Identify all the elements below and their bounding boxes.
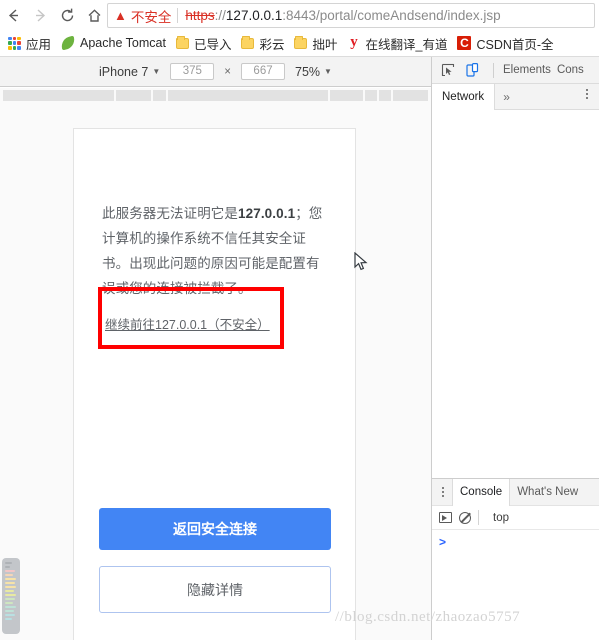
bookmark-folder-zhuoye[interactable]: 拙叶 (292, 32, 343, 54)
url-path: :8443/portal/comeAndsend/index.jsp (282, 8, 501, 23)
youdao-y-icon: y (350, 34, 358, 50)
url-separator: :// (214, 8, 226, 23)
forward-button[interactable] (27, 0, 54, 30)
folder-icon (175, 35, 189, 49)
ssl-text-host: 127.0.0.1 (238, 206, 296, 221)
drawer-tabbar: Console What's New (432, 478, 599, 506)
arrow-left-icon (5, 7, 22, 24)
url-host: 127.0.0.1 (225, 8, 283, 23)
watermark-text: //blog.csdn.net/zhaozao5757 (335, 609, 521, 625)
inspect-cursor-icon[interactable] (438, 60, 458, 80)
ssl-text-prefix: 此服务器无法证明它是 (102, 206, 238, 221)
console-prompt[interactable]: > (432, 530, 599, 549)
screenshot-root: ▲ 不安全 https://127.0.0.1:8443/portal/come… (0, 0, 599, 640)
bookmark-label: 在线翻译_有道 (365, 37, 448, 52)
devtools-topbar: Elements Cons (432, 57, 599, 84)
viewport-height-input[interactable]: 667 (241, 63, 286, 80)
bookmark-apache-tomcat[interactable]: Apache Tomcat (59, 32, 172, 54)
more-options-icon[interactable] (582, 89, 592, 101)
mouse-cursor-icon (354, 251, 368, 277)
tab-console-top[interactable]: Cons (557, 64, 584, 76)
home-icon (86, 7, 103, 24)
bookmark-label: 彩云 (259, 37, 285, 52)
bookmark-csdn[interactable]: C CSDN首页-全 (455, 32, 559, 54)
url-scheme: https (185, 8, 215, 23)
viewport-width-input[interactable]: 375 (170, 63, 215, 80)
console-toolbar-divider (478, 510, 479, 525)
devtools-tabbar: Network » (432, 83, 599, 110)
toolbar-divider (493, 62, 494, 78)
folder-icon (241, 35, 255, 49)
tomcat-leaf-icon (59, 35, 77, 51)
security-label[interactable]: 不安全 (131, 6, 172, 26)
tab-network[interactable]: Network (432, 83, 496, 110)
console-context-selector[interactable]: top (493, 512, 509, 524)
device-mode-toolbar: iPhone 7 ▼ 375 × 667 75% ▼ (0, 57, 431, 87)
arrow-right-icon (32, 7, 49, 24)
bookmark-apps[interactable]: 应用 (6, 32, 57, 54)
device-select[interactable]: iPhone 7 ▼ (99, 65, 160, 79)
page-minimap-widget[interactable] (2, 558, 20, 634)
tab-overflow-chevron-icon[interactable]: » (495, 90, 518, 104)
clear-console-icon[interactable] (459, 511, 471, 524)
zoom-select[interactable]: 75% ▼ (295, 65, 332, 79)
ssl-body-text: 此服务器无法证明它是127.0.0.1；您计算机的操作系统不信任其安全证书。出现… (102, 201, 327, 301)
execution-context-icon[interactable] (439, 512, 452, 523)
device-toolbar-icon[interactable] (464, 60, 484, 80)
console-toolbar: top (432, 506, 599, 530)
tab-elements[interactable]: Elements (503, 64, 551, 76)
ssl-warning-page: 此服务器无法证明它是127.0.0.1；您计算机的操作系统不信任其安全证书。出现… (73, 128, 356, 640)
devtools-main-content (432, 110, 599, 478)
bookmark-youdao[interactable]: y 在线翻译_有道 (346, 32, 454, 54)
warning-triangle-icon: ▲ (114, 8, 127, 23)
devtools-panel: Elements Cons Network » Console What's N… (431, 57, 599, 640)
proceed-unsafe-link[interactable]: 继续前往127.0.0.1（不安全） (105, 314, 270, 333)
more-tools-icon[interactable] (436, 487, 450, 497)
drawer-tab-console[interactable]: Console (452, 478, 511, 506)
csdn-c-icon: C (457, 36, 472, 50)
chevron-down-icon: ▼ (152, 67, 161, 76)
reload-button[interactable] (54, 0, 81, 30)
zoom-value: 75% (295, 64, 321, 79)
device-ruler[interactable] (0, 88, 431, 102)
address-bar[interactable]: ▲ 不安全 https://127.0.0.1:8443/portal/come… (107, 3, 595, 28)
bookmark-folder-imported[interactable]: 已导入 (174, 32, 238, 54)
back-to-safety-button[interactable]: 返回安全连接 (99, 508, 331, 550)
hide-details-button[interactable]: 隐藏详情 (99, 566, 331, 613)
ssl-page-content: 此服务器无法证明它是127.0.0.1；您计算机的操作系统不信任其安全证书。出现… (74, 129, 355, 301)
bookmark-label: 拙叶 (312, 37, 338, 52)
back-button[interactable] (0, 0, 27, 30)
bookmark-label: 已导入 (193, 37, 232, 52)
browser-toolbar: ▲ 不安全 https://127.0.0.1:8443/portal/come… (0, 0, 599, 30)
omnibox-divider (177, 8, 179, 23)
bookmark-label: 应用 (26, 37, 52, 52)
home-button[interactable] (81, 0, 108, 30)
folder-icon (294, 35, 308, 49)
reload-icon (59, 7, 76, 24)
chevron-down-icon: ▼ (324, 67, 332, 76)
drawer-tab-whats-new[interactable]: What's New (512, 486, 583, 498)
bookmarks-bar: 应用 Apache Tomcat 已导入 彩云 拙叶 y 在线翻译_有道 C C… (0, 30, 599, 57)
bookmark-folder-caiyun[interactable]: 彩云 (239, 32, 290, 54)
bookmark-label: CSDN首页-全 (476, 37, 554, 52)
device-name: iPhone 7 (99, 64, 149, 79)
apps-grid-icon (8, 36, 21, 50)
bookmark-label: Apache Tomcat (80, 36, 166, 50)
dimension-separator: × (224, 65, 232, 78)
